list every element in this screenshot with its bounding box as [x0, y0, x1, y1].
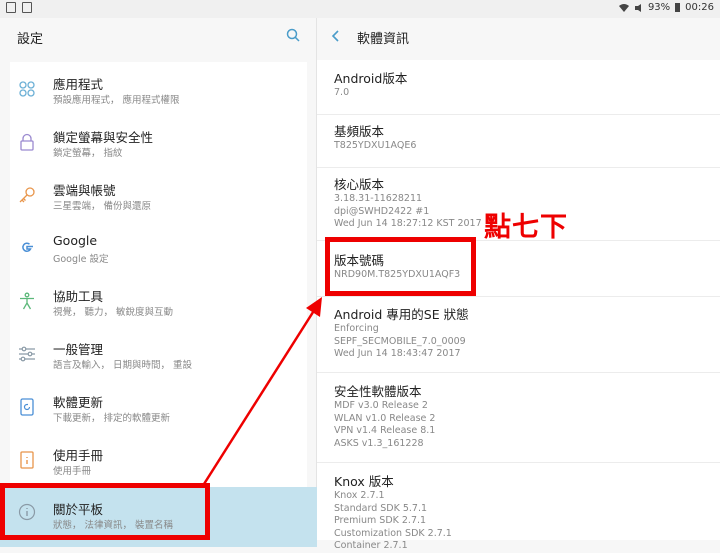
info-key: 核心版本: [334, 177, 385, 192]
software-update-icon: [20, 398, 34, 416]
notification-icons: [6, 2, 32, 13]
sliders-icon: [19, 346, 35, 362]
info-value: Knox 2.7.1 Standard SDK 5.7.1 Premium SD…: [334, 490, 452, 551]
battery-percent: 93%: [647, 2, 671, 13]
settings-item-label: 軟體更新: [53, 395, 104, 410]
info-key: Knox 版本: [334, 474, 394, 489]
accessibility-icon: [20, 292, 34, 310]
about-tablet-highlight: [0, 483, 210, 540]
info-value: 3.18.31-11628211 dpi@SWHD2422 #1 Wed Jun…: [334, 193, 482, 229]
divider: [317, 296, 720, 297]
settings-item-software-update[interactable]: 軟體更新 下載更新， 排定的軟體更新: [10, 380, 307, 433]
settings-item-summary: 視覺， 聽力， 敏銳度與互動: [53, 307, 174, 318]
info-key: 基頻版本: [334, 124, 385, 139]
settings-item-label: 一般管理: [53, 342, 104, 357]
checklist-notification-icon: [22, 2, 32, 13]
system-indicators: 93% 00:26: [618, 2, 714, 13]
divider: [317, 114, 720, 115]
settings-item-user-manual[interactable]: 使用手冊 使用手冊: [10, 433, 307, 486]
settings-title: 設定: [17, 32, 44, 47]
info-android-version: Android版本 7.0: [334, 68, 407, 100]
settings-item-summary: Google 設定: [53, 254, 109, 265]
battery-icon: [675, 3, 681, 12]
info-kernel-version: 核心版本 3.18.31-11628211 dpi@SWHD2422 #1 We…: [334, 174, 482, 231]
settings-panel: 設定 應用程式 預設應用程式， 應用程式權限 鎖定螢幕與安全性 鎖定螢幕， 指紋: [0, 18, 317, 547]
info-value: T825YDXU1AQE6: [334, 140, 417, 151]
build-number-highlight: [325, 237, 476, 296]
settings-item-label: 協助工具: [53, 289, 104, 304]
clock: 00:26: [685, 2, 714, 13]
settings-item-summary: 三星雲端， 備份與還原: [53, 201, 152, 212]
software-info-header: 軟體資訊: [317, 18, 720, 56]
info-knox-version: Knox 版本 Knox 2.7.1 Standard SDK 5.7.1 Pr…: [334, 471, 452, 553]
settings-item-apps[interactable]: 應用程式 預設應用程式， 應用程式權限: [10, 62, 307, 115]
apps-icon: [19, 81, 35, 97]
search-icon[interactable]: [286, 28, 300, 42]
info-se-status: Android 專用的SE 狀態 Enforcing SEPF_SECMOBIL…: [334, 304, 469, 361]
divider: [317, 372, 720, 373]
tap-seven-times-note: 點七下: [484, 212, 568, 243]
software-info-list: Android版本 7.0 基頻版本 T825YDXU1AQE6 核心版本 3.…: [317, 60, 720, 551]
info-key: Android版本: [334, 71, 408, 86]
manual-icon: [20, 451, 34, 469]
settings-item-accessibility[interactable]: 協助工具 視覺， 聽力， 敏銳度與互動: [10, 274, 307, 327]
info-baseband-version: 基頻版本 T825YDXU1AQE6: [334, 121, 416, 153]
settings-item-label: 使用手冊: [53, 448, 104, 463]
software-info-title: 軟體資訊: [357, 32, 410, 47]
settings-item-label: 鎖定螢幕與安全性: [53, 130, 154, 145]
settings-item-label: 應用程式: [53, 77, 104, 92]
settings-header: 設定: [0, 18, 316, 56]
settings-item-label: 雲端與帳號: [53, 183, 116, 198]
divider: [317, 462, 720, 463]
settings-item-general-management[interactable]: 一般管理 語言及輸入， 日期與時間， 重設: [10, 327, 307, 380]
info-value: 7.0: [334, 87, 350, 98]
settings-item-summary: 語言及輸入， 日期與時間， 重設: [53, 360, 193, 371]
divider: [317, 167, 720, 168]
lock-icon: [20, 133, 34, 151]
settings-item-summary: 預設應用程式， 應用程式權限: [53, 95, 180, 106]
mute-icon: [634, 3, 641, 12]
info-security-software-version: 安全性軟體版本 MDF v3.0 Release 2 WLAN v1.0 Rel…: [334, 381, 435, 450]
info-key: Android 專用的SE 狀態: [334, 307, 469, 322]
settings-item-cloud-accounts[interactable]: 雲端與帳號 三星雲端， 備份與還原: [10, 168, 307, 221]
settings-item-google[interactable]: Google Google 設定: [10, 221, 307, 274]
settings-list: 應用程式 預設應用程式， 應用程式權限 鎖定螢幕與安全性 鎖定螢幕， 指紋 雲端…: [0, 62, 317, 547]
info-value: Enforcing SEPF_SECMOBILE_7.0_0009 Wed Ju…: [334, 323, 466, 359]
screenshot-notification-icon: [6, 2, 16, 13]
back-icon[interactable]: [329, 29, 343, 43]
wifi-icon: [618, 3, 629, 12]
google-icon: [22, 242, 33, 252]
key-icon: [19, 187, 35, 203]
settings-item-summary: 使用手冊: [53, 466, 92, 477]
status-bar: 93% 00:26: [0, 0, 720, 18]
info-value: MDF v3.0 Release 2 WLAN v1.0 Release 2 V…: [334, 400, 436, 449]
info-key: 安全性軟體版本: [334, 384, 422, 399]
settings-item-label: Google: [53, 233, 98, 248]
settings-item-lock-screen[interactable]: 鎖定螢幕與安全性 鎖定螢幕， 指紋: [10, 115, 307, 168]
settings-item-summary: 鎖定螢幕， 指紋: [53, 148, 123, 159]
settings-item-summary: 下載更新， 排定的軟體更新: [53, 413, 171, 424]
